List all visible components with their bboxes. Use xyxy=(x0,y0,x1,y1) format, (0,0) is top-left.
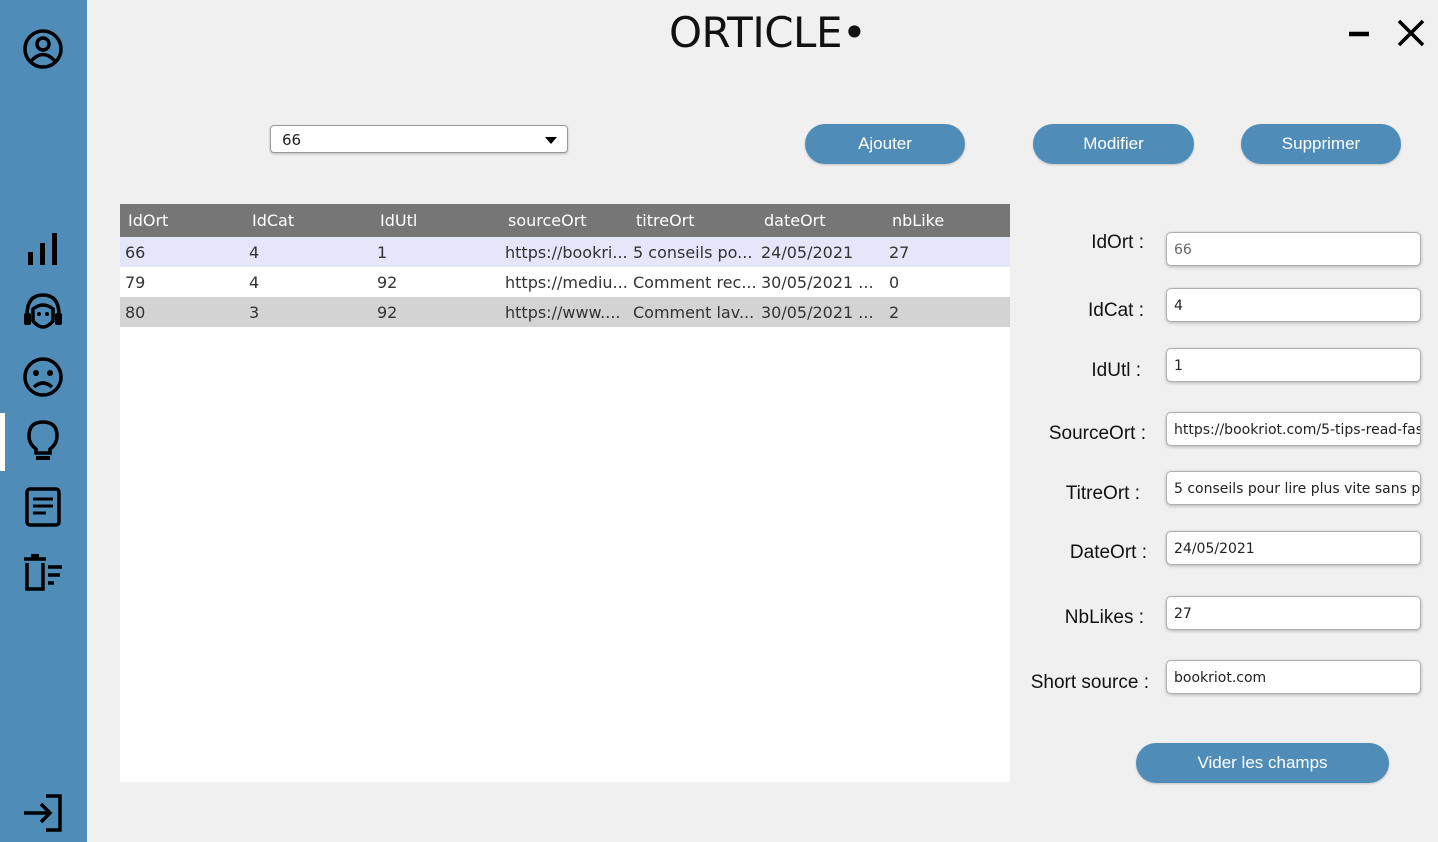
grid-header: IdOrt IdCat IdUtl sourceOrt titreOrt dat… xyxy=(120,204,1010,237)
table-cell: 1 xyxy=(377,242,388,262)
table-cell: 3 xyxy=(249,302,260,322)
select-value: 66 xyxy=(282,131,302,149)
chevron-down-icon xyxy=(545,137,557,144)
column-header[interactable]: IdUtl xyxy=(372,204,500,237)
idutl-field[interactable]: 1 xyxy=(1166,348,1421,382)
document-icon[interactable] xyxy=(18,482,68,532)
dateort-label: DateOrt : xyxy=(1069,542,1147,563)
column-header[interactable]: nbLike xyxy=(884,204,1012,237)
table-cell: 92 xyxy=(377,302,398,322)
table-cell: https://www.... xyxy=(505,302,621,322)
column-header[interactable]: dateOrt xyxy=(756,204,884,237)
sourceort-label: SourceOrt : xyxy=(1048,423,1146,444)
edit-button[interactable]: Modifier xyxy=(1033,124,1194,164)
table-cell: 80 xyxy=(125,302,146,322)
articles-grid[interactable]: IdOrt IdCat IdUtl sourceOrt titreOrt dat… xyxy=(120,204,1010,782)
nblikes-label: NbLikes : xyxy=(1064,607,1144,628)
idort-field[interactable]: 66 xyxy=(1166,232,1421,266)
logout-icon[interactable] xyxy=(18,788,68,838)
sourceort-field[interactable]: https://bookriot.com/5-tips-read-fas xyxy=(1166,412,1421,446)
table-row[interactable]: 66 4 1 https://bookri... 5 conseils po..… xyxy=(120,237,1010,267)
minimize-icon[interactable] xyxy=(1341,15,1377,51)
titreort-label: TitreOrt : xyxy=(1065,483,1140,504)
bar-chart-icon[interactable] xyxy=(18,222,68,272)
active-indicator xyxy=(0,413,5,471)
table-cell: https://bookri... xyxy=(505,242,628,262)
table-cell: 27 xyxy=(889,242,910,262)
support-headset-icon[interactable] xyxy=(18,287,68,337)
close-icon[interactable] xyxy=(1393,15,1429,51)
short-source-label: Short source : xyxy=(1030,672,1149,693)
idcat-label: IdCat : xyxy=(1088,300,1144,321)
table-cell: 0 xyxy=(889,272,900,292)
column-header[interactable]: sourceOrt xyxy=(500,204,628,237)
delete-button[interactable]: Supprimer xyxy=(1241,124,1401,164)
table-cell: 4 xyxy=(249,272,260,292)
column-header[interactable]: IdOrt xyxy=(120,204,244,237)
table-cell: 24/05/2021 xyxy=(761,242,854,262)
lightbulb-icon[interactable] xyxy=(18,416,68,466)
table-cell: 66 xyxy=(125,242,146,262)
app-title: ORTICLE• xyxy=(669,8,867,57)
table-row[interactable]: 80 3 92 https://www.... Comment lav... 3… xyxy=(120,297,1010,327)
table-cell: 79 xyxy=(125,272,146,292)
nblikes-field[interactable]: 27 xyxy=(1166,596,1421,630)
idcat-field[interactable]: 4 xyxy=(1166,288,1421,322)
dateort-field[interactable]: 24/05/2021 xyxy=(1166,531,1421,565)
short-source-field[interactable]: bookriot.com xyxy=(1166,660,1421,694)
table-cell: https://mediu... xyxy=(505,272,628,292)
table-cell: 5 conseils po... xyxy=(633,242,753,262)
table-cell: 92 xyxy=(377,272,398,292)
column-header[interactable]: titreOrt xyxy=(628,204,756,237)
article-id-select[interactable]: 66 xyxy=(270,125,568,153)
table-cell: 4 xyxy=(249,242,260,262)
table-cell: 30/05/2021 ... xyxy=(761,272,874,292)
table-cell: 30/05/2021 ... xyxy=(761,302,874,322)
clear-fields-button[interactable]: Vider les champs xyxy=(1136,743,1389,783)
idutl-label: IdUtl : xyxy=(1091,360,1141,381)
table-cell: Comment rec... xyxy=(633,272,756,292)
add-button[interactable]: Ajouter xyxy=(805,124,965,164)
sad-face-icon[interactable] xyxy=(18,352,68,402)
sidebar xyxy=(0,0,87,842)
table-cell: 2 xyxy=(889,302,900,322)
idort-label: IdOrt : xyxy=(1091,232,1144,253)
column-header[interactable]: IdCat xyxy=(244,204,372,237)
table-cell: Comment lav... xyxy=(633,302,755,322)
titreort-field[interactable]: 5 conseils pour lire plus vite sans per xyxy=(1166,471,1421,505)
table-row[interactable]: 79 4 92 https://mediu... Comment rec... … xyxy=(120,267,1010,297)
user-circle-icon[interactable] xyxy=(18,24,68,74)
delete-list-icon[interactable] xyxy=(18,548,68,598)
